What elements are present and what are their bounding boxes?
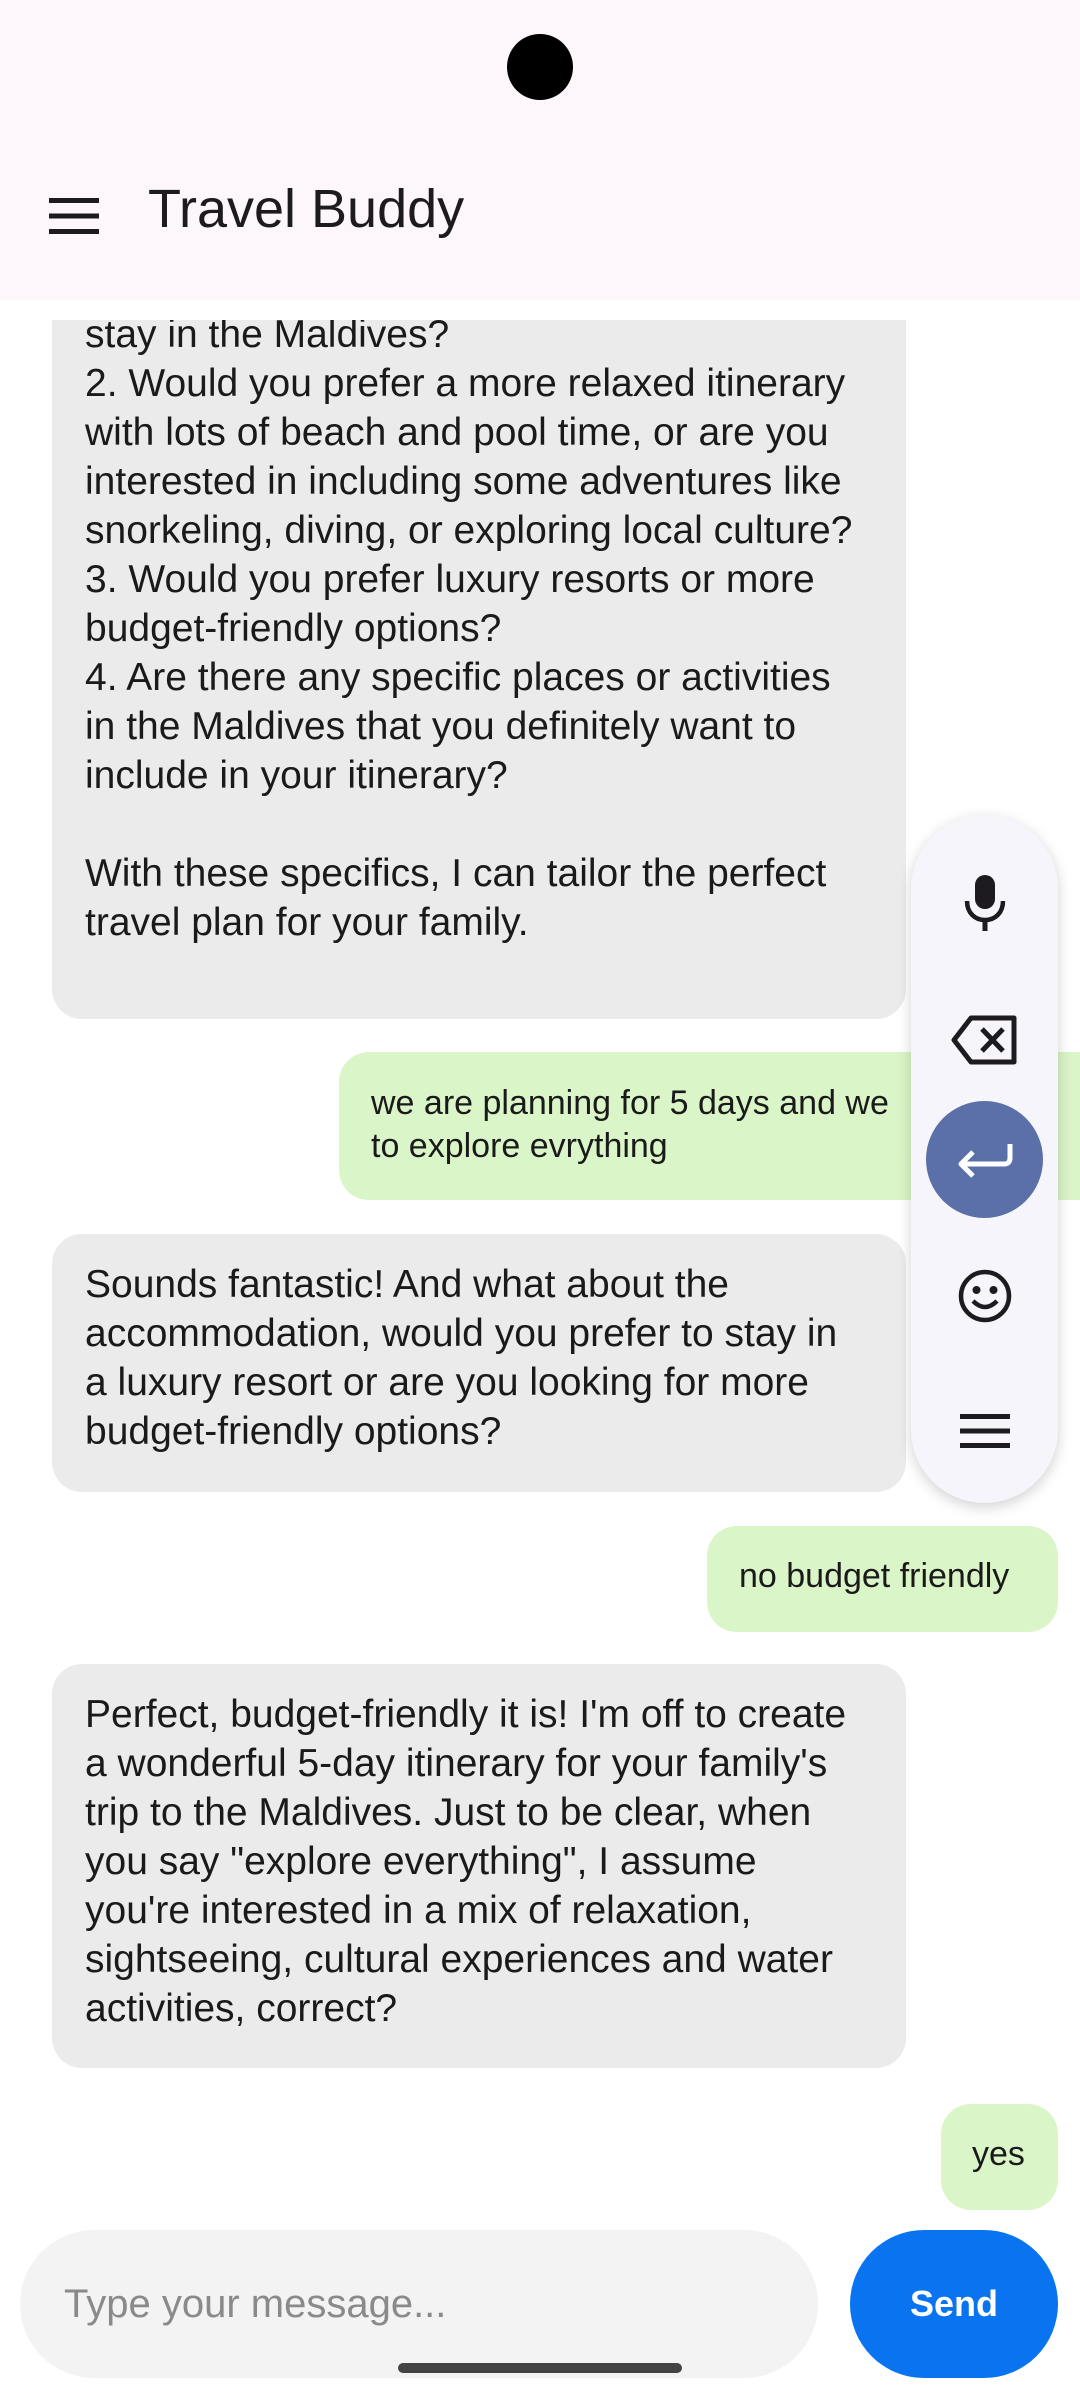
user-message: yes bbox=[941, 2104, 1058, 2210]
user-message: no budget friendly bbox=[707, 1526, 1058, 1632]
bot-message: stay in the Maldives? 2. Would you prefe… bbox=[52, 320, 906, 1019]
backspace-icon bbox=[951, 1015, 1016, 1064]
message-input-container bbox=[20, 2230, 818, 2378]
backspace-button[interactable] bbox=[926, 981, 1043, 1098]
app-bar: Travel Buddy bbox=[0, 130, 1080, 300]
menu-button[interactable] bbox=[34, 188, 114, 244]
keyboard-menu-button[interactable] bbox=[926, 1372, 1043, 1489]
bot-message: Sounds fantastic! And what about the acc… bbox=[52, 1234, 906, 1492]
camera-cutout bbox=[507, 34, 573, 100]
status-bar bbox=[0, 0, 1080, 130]
voice-input-button[interactable] bbox=[926, 845, 1043, 962]
message-input[interactable] bbox=[62, 2280, 818, 2328]
enter-button[interactable] bbox=[926, 1101, 1043, 1218]
send-button[interactable]: Send bbox=[850, 2230, 1058, 2378]
keyboard-toolbar bbox=[911, 815, 1058, 1503]
enter-icon bbox=[958, 1143, 1012, 1178]
emoji-icon bbox=[958, 1269, 1011, 1322]
home-indicator[interactable] bbox=[398, 2363, 682, 2373]
microphone-icon bbox=[964, 874, 1005, 931]
app-title: Travel Buddy bbox=[148, 179, 465, 239]
hamburger-menu-icon bbox=[49, 198, 99, 234]
emoji-button[interactable] bbox=[926, 1237, 1043, 1354]
menu-lines-icon bbox=[959, 1413, 1010, 1448]
bot-message: Perfect, budget-friendly it is! I'm off … bbox=[52, 1664, 906, 2068]
